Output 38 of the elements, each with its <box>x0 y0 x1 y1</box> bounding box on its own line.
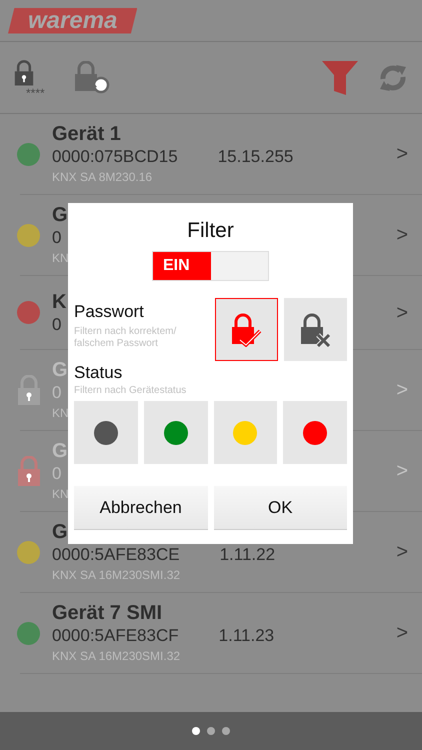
filter-toggle[interactable]: EIN <box>152 251 269 281</box>
set-password-button[interactable]: **** <box>14 58 54 96</box>
device-version: 1.11.22 <box>220 544 276 566</box>
dialog-button[interactable]: OK <box>214 486 347 530</box>
device-name: K <box>52 290 66 314</box>
chevron[interactable]: > <box>396 139 408 169</box>
status-filter-button[interactable] <box>283 401 347 464</box>
chevron[interactable]: > <box>396 537 408 567</box>
device-address: 0 <box>52 227 62 249</box>
chevron[interactable]: > <box>396 220 408 250</box>
device-version: 15.15.255 <box>218 146 294 168</box>
lock-icon <box>14 58 34 86</box>
lock-check-icon <box>230 312 264 346</box>
password-filter-button[interactable] <box>215 298 278 361</box>
password-filter-button[interactable] <box>284 298 347 361</box>
device-version: 1.11.23 <box>218 625 274 647</box>
status-filter-button[interactable] <box>74 401 138 464</box>
device-address: 0 <box>52 314 62 336</box>
device-name: Gerät 7 SMI <box>52 601 162 625</box>
lock-reset-icon[interactable] <box>74 60 112 94</box>
filter-icon[interactable] <box>322 60 358 94</box>
chevron[interactable]: > <box>396 618 408 648</box>
device-address: 0000:5AFE83CE <box>52 544 180 566</box>
lock-cross-icon <box>298 312 332 346</box>
chevron[interactable]: > <box>396 298 408 328</box>
dialog-title: Filter <box>186 219 235 243</box>
password-hint: Filtern nach korrektem/ falschem Passwort <box>74 326 178 350</box>
device-name: G <box>52 520 68 544</box>
logo: warema <box>8 8 138 34</box>
password-title: Passwort <box>74 302 145 322</box>
status-hint: Filtern nach Gerätestatus <box>74 385 188 397</box>
device-address: 0000:5AFE83CF <box>52 625 179 647</box>
status-filter-button[interactable] <box>144 401 208 464</box>
device-name: G <box>52 203 68 227</box>
device-address: 0000:075BCD15 <box>52 146 178 168</box>
status-title: Status <box>74 363 124 383</box>
dialog-button[interactable]: Abbrechen <box>74 486 208 530</box>
device-name: Gerät 1 <box>52 122 121 146</box>
